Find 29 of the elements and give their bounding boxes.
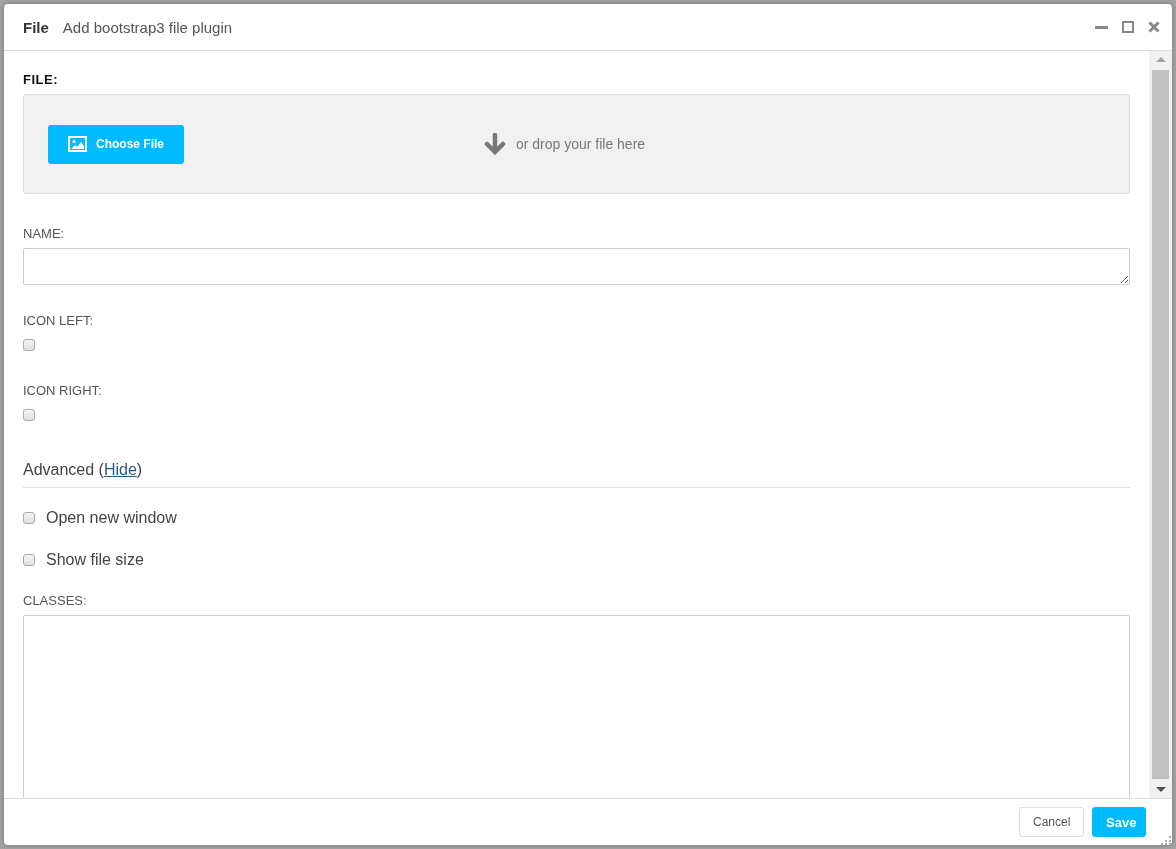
field-label: CLASSES: [23, 593, 88, 608]
checkbox[interactable] [23, 339, 35, 351]
field-label: ICON LEFT: [23, 313, 95, 328]
checkbox[interactable] [23, 409, 35, 421]
choose-file-button[interactable]: Choose File [48, 124, 184, 164]
name-field[interactable] [23, 248, 1130, 285]
scrollbar[interactable] [1149, 51, 1172, 798]
field-label: FILE: [23, 72, 59, 87]
classes-field[interactable] [23, 615, 1130, 798]
dialog-title: File [23, 18, 49, 36]
advanced-heading: Advanced (Hide) [23, 461, 1130, 488]
resize-grip-icon[interactable] [1160, 833, 1172, 845]
image-icon [68, 136, 87, 152]
option-label: Show file size [46, 551, 144, 569]
dialog-subtitle: Add bootstrap3 file plugin [62, 18, 234, 36]
close-icon[interactable] [1148, 21, 1160, 33]
save-button[interactable]: Save [1092, 807, 1146, 837]
checkbox[interactable] [23, 512, 35, 524]
cancel-button[interactable]: Cancel [1019, 807, 1084, 837]
drop-zone[interactable]: Choose File or drop your file here [23, 94, 1130, 194]
maximize-icon[interactable] [1122, 21, 1134, 33]
field-label: ICON RIGHT: [23, 383, 103, 398]
field-label: NAME: [23, 226, 66, 241]
hide-link[interactable]: Hide [103, 461, 137, 478]
option-label: Open new window [46, 509, 177, 527]
down-arrow-icon [483, 133, 506, 155]
drop-hint: or drop your file here [515, 136, 646, 152]
minimize-icon[interactable] [1095, 25, 1108, 29]
checkbox[interactable] [23, 554, 35, 566]
